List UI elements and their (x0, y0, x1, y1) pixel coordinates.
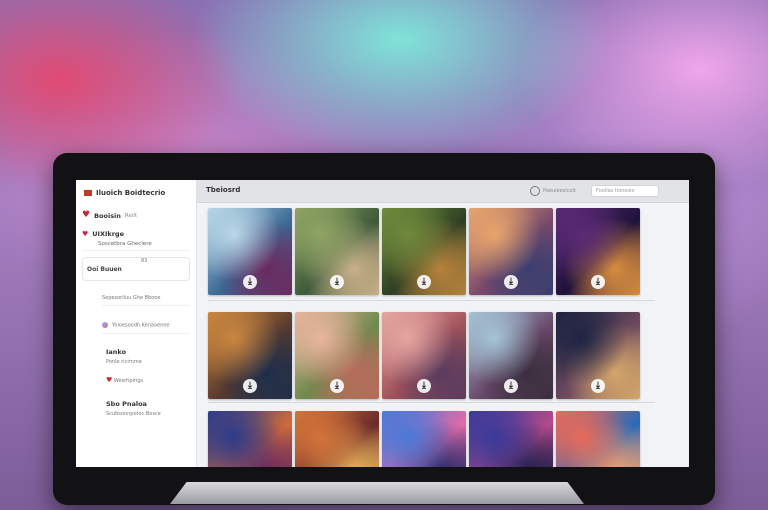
brand-name: Iluoich Boidtecrio (96, 189, 166, 197)
sidebar-block-sub: ♥ Wesrhpirigs (106, 375, 190, 384)
row-divider (208, 300, 655, 301)
download-icon[interactable]: ⤓ (330, 379, 344, 393)
flag-icon (84, 190, 92, 196)
sidebar-row[interactable]: Yoloesoodh Kenaoenee (102, 318, 190, 334)
download-icon[interactable]: ⤓ (417, 275, 431, 289)
download-icon[interactable]: ⤓ (504, 275, 518, 289)
sidebar-block-title: Ianko (106, 347, 127, 356)
download-icon[interactable]: ⤓ (591, 275, 605, 289)
sidebar-row[interactable]: Sepesoriluu Ghe Bbooe (102, 291, 190, 306)
download-icon[interactable]: ⤓ (591, 379, 605, 393)
ruined-warrior-art[interactable]: ⤓ (469, 312, 553, 399)
download-icon[interactable]: ⤓ (504, 379, 518, 393)
cactus-garden-art[interactable]: ⤓ (295, 312, 379, 399)
sitting-golem-art[interactable]: ⤓ (382, 312, 466, 399)
sidebar-block-sub: Scubsonnpotoc Bosce (106, 410, 161, 417)
sidebar-row-label: Yoloesoodh Kenaoenee (112, 322, 170, 329)
violet-mountain-art[interactable] (469, 411, 553, 467)
gallery-row (208, 411, 640, 467)
row-divider (208, 402, 655, 403)
forest-creature-art[interactable]: ⤓ (295, 208, 379, 295)
sidebar-section-label: Booisin (94, 211, 121, 220)
purple-fireflies-art[interactable]: ⤓ (556, 208, 640, 295)
autumn-battle-art[interactable] (295, 411, 379, 467)
clockwork-tower-art[interactable]: ⤓ (208, 312, 292, 399)
pill-value: 83 (141, 258, 148, 264)
top-bar: Tbeiosrd Poouieesicoit Foollas tlonesio (197, 180, 689, 203)
sidebar-section-booisin[interactable]: ♥ Booisin Reilt (82, 211, 190, 220)
jungle-shaman-art[interactable]: ⤓ (382, 208, 466, 295)
heart-icon: ♥ (82, 229, 89, 238)
sidebar-block-sub: Ponle ricirnme (106, 358, 142, 365)
sidebar-section-sub: Reilt (124, 212, 138, 219)
sidebar-item-uixikrge[interactable]: ♥ UIXIkrge Soscetbra Gheclere (82, 230, 190, 251)
pill-label: Ooi Buuen (87, 266, 122, 273)
sidebar-block-sbo[interactable]: Sbo Pnaloa Scubsonnpotoc Bosce (106, 400, 190, 417)
sidebar-block-sub-label: Wesrhpirigs (113, 377, 144, 384)
sidebar-filter-pill[interactable]: Ooi Buuen 83 (82, 257, 190, 281)
blue-storm-art[interactable] (382, 411, 466, 467)
download-icon[interactable]: ⤓ (330, 275, 344, 289)
night-lanterns-art[interactable]: ⤓ (556, 312, 640, 399)
sidebar-block-wesrhpirigs[interactable]: ♥ Wesrhpirigs (106, 375, 190, 384)
download-icon[interactable]: ⤓ (243, 275, 257, 289)
brand[interactable]: Iluoich Boidtecrio (76, 180, 196, 203)
sidebar-block-ianko[interactable]: Ianko Ponle ricirnme (106, 348, 190, 365)
cosmic-tree-art[interactable] (208, 411, 292, 467)
sidebar-block-title: Sbo Pnaloa (106, 399, 147, 408)
sidebar: Iluoich Boidtecrio ♥ Booisin Reilt ♥ UIX… (76, 180, 197, 467)
palette-icon (102, 322, 108, 328)
download-icon[interactable]: ⤓ (243, 379, 257, 393)
download-icon[interactable]: ⤓ (417, 379, 431, 393)
user-label[interactable]: Poouieesicoit (543, 188, 576, 194)
sidebar-subitem[interactable]: Soscetbra Gheclere (82, 238, 190, 251)
search-input[interactable]: Foollas tlonesio (591, 185, 659, 197)
image-gallery: ⤓ ⤓ ⤓ ⤓ ⤓ ⤓ ⤓ ⤓ ⤓ ⤓ (208, 208, 655, 467)
heart-icon: ♥ (82, 210, 91, 220)
heart-icon: ♥ (106, 375, 113, 384)
monitor-stand (170, 482, 584, 504)
sidebar-item-label: UIXIkrge (92, 230, 124, 238)
page-title: Tbeiosrd (206, 186, 241, 194)
gallery-row: ⤓ ⤓ ⤓ ⤓ ⤓ (208, 312, 640, 399)
user-icon[interactable] (530, 186, 540, 196)
app-window: Iluoich Boidtecrio ♥ Booisin Reilt ♥ UIX… (76, 180, 689, 467)
white-dragon-art[interactable]: ⤓ (208, 208, 292, 295)
coral-reef-art[interactable] (556, 411, 640, 467)
gallery-row: ⤓ ⤓ ⤓ ⤓ ⤓ (208, 208, 640, 295)
desert-tentacle-art[interactable]: ⤓ (469, 208, 553, 295)
